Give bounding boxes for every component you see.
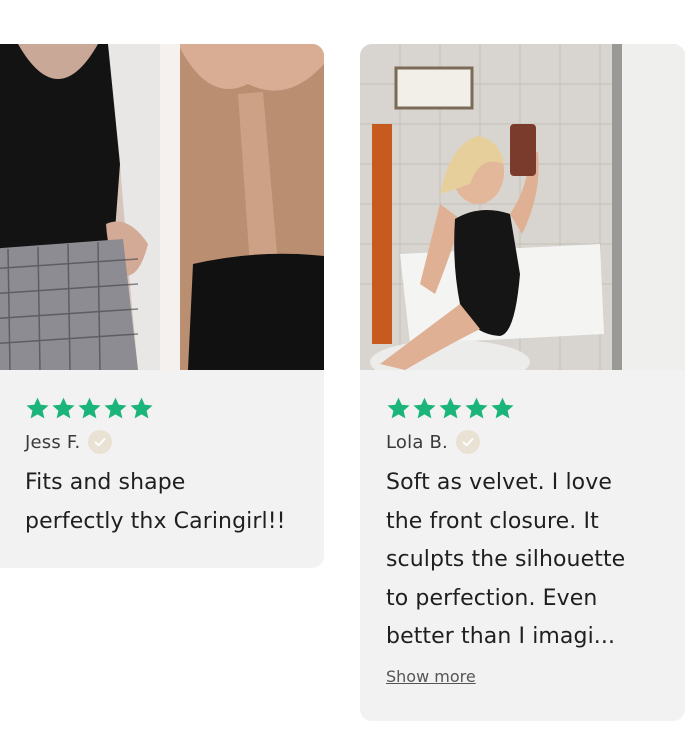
verified-check-icon (88, 430, 113, 454)
star-icon (438, 396, 463, 422)
star-icon (77, 396, 102, 422)
star-icon (25, 396, 50, 422)
reviewer: Lola B. (386, 430, 480, 454)
reviewer-name: Jess F. (25, 431, 81, 453)
review-text: Soft as velvet. I love the front closure… (386, 464, 676, 656)
review-photo[interactable] (360, 44, 685, 370)
review-card: Jess F. Fits and shape perfectly thx Car… (0, 44, 324, 568)
review-photo[interactable] (0, 44, 324, 370)
star-icon (490, 396, 515, 422)
review-text-line: better than I imagi... (386, 624, 616, 649)
star-icon (129, 396, 154, 422)
show-more-link[interactable]: Show more (386, 667, 476, 686)
verified-check-icon (455, 430, 480, 454)
review-card: Lola B. Soft as velvet. I love the front… (360, 44, 685, 721)
star-icon (412, 396, 437, 422)
review-text-line: sculpts the silhouette (386, 547, 626, 572)
review-text-line: to perfection. Even (386, 585, 598, 611)
star-icon (103, 396, 128, 422)
review-text: Fits and shape perfectly thx Caringirl!! (25, 464, 315, 541)
review-text-line: Soft as velvet. I love (386, 470, 612, 495)
star-icon (51, 396, 76, 422)
reviewer-name: Lola B. (386, 431, 448, 453)
star-rating (386, 396, 515, 422)
review-text-line: the front closure. It (386, 508, 599, 534)
star-rating (25, 396, 154, 422)
star-icon (386, 396, 411, 422)
star-icon (464, 396, 489, 422)
review-text-line: Fits and shape (25, 470, 186, 495)
reviewer: Jess F. (25, 430, 113, 454)
review-text-line: perfectly thx Caringirl!! (25, 508, 286, 534)
